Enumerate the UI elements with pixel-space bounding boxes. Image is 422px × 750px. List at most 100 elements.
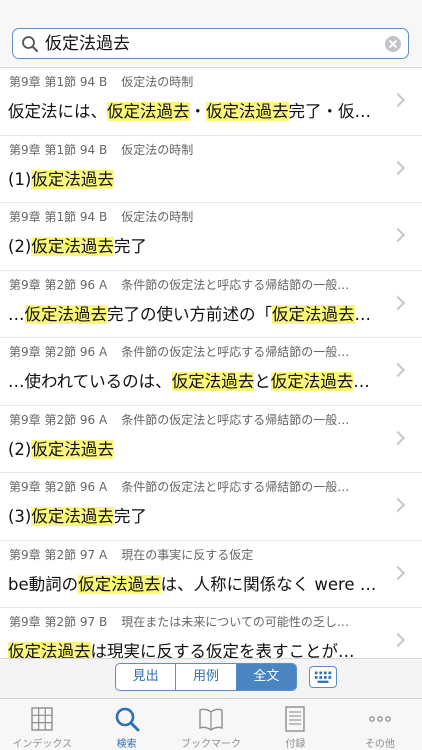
result-text-fragment: (2) bbox=[8, 237, 32, 256]
result-text: (2)仮定法過去 bbox=[8, 437, 382, 463]
search-scope-segmented-control[interactable]: 見出 用例 全文 bbox=[115, 663, 297, 691]
result-text-fragment: … bbox=[353, 372, 370, 391]
highlighted-match: 仮定法過去 bbox=[206, 102, 289, 121]
search-icon bbox=[22, 36, 38, 52]
result-text: …仮定法過去完了の使い方前述の「仮定法過去… bbox=[8, 302, 382, 328]
result-topic: 現在の事実に反する仮定 bbox=[121, 547, 254, 562]
result-row[interactable]: 第9章 第2節 96 A 条件節の仮定法と呼応する帰結節の一般… …仮定法過去完了の… bbox=[0, 271, 422, 338]
result-section: 第9章 第2節 97 A bbox=[9, 547, 108, 562]
tab-document[interactable]: 付録 bbox=[253, 699, 337, 750]
result-text-fragment: 完了 bbox=[113, 507, 147, 526]
result-meta: 第9章 第1節 94 B 仮定法の時制 bbox=[9, 142, 374, 158]
result-text-fragment: と bbox=[254, 372, 271, 391]
more-icon bbox=[368, 716, 391, 722]
clear-icon[interactable] bbox=[385, 36, 401, 52]
result-section: 第9章 第1節 94 B bbox=[9, 142, 108, 157]
result-text-fragment: 仮定法には、 bbox=[8, 102, 107, 121]
highlighted-match: 仮定法過去 bbox=[8, 642, 91, 658]
search-icon bbox=[115, 707, 140, 732]
result-text-fragment: は現実に反する仮定を表すことが… bbox=[90, 642, 355, 658]
tab-book[interactable]: ブックマーク bbox=[169, 699, 253, 750]
result-section: 第9章 第2節 96 A bbox=[9, 277, 108, 292]
result-text-fragment: 完了・仮定… bbox=[288, 102, 383, 121]
tab-search[interactable]: 検索 bbox=[84, 699, 168, 750]
segment-3[interactable]: 全文 bbox=[236, 664, 296, 690]
chevron-right-icon bbox=[390, 362, 406, 378]
result-text: …使われているのは、仮定法過去と仮定法過去… bbox=[8, 369, 382, 395]
result-topic: 仮定法の時制 bbox=[121, 210, 194, 224]
tab-bar: インデックス 検索 ブックマーク 付録 その他 bbox=[0, 698, 422, 750]
chevron-right-icon bbox=[390, 430, 406, 445]
highlighted-match: 仮定法過去 bbox=[31, 507, 114, 526]
highlighted-match: 仮定法過去 bbox=[107, 102, 190, 121]
segment-2[interactable]: 用例 bbox=[176, 664, 237, 690]
result-text-fragment: (2) bbox=[8, 439, 32, 459]
result-row[interactable]: 第9章 第2節 96 A 条件節の仮定法と呼応する帰結節の一般… (2)仮定法過去 bbox=[0, 406, 422, 473]
tab-label: ブックマーク bbox=[181, 739, 242, 750]
result-text: be動詞の仮定法過去は、人称に関係なく were … bbox=[8, 572, 382, 598]
results-list: 第9章 第1節 94 B 仮定法の時制 仮定法には、仮定法過去・仮定法過去完了・仮定… bbox=[0, 68, 422, 658]
chevron-right-icon bbox=[390, 565, 406, 580]
highlighted-match: 仮定法過去 bbox=[171, 372, 255, 391]
result-text: (3)仮定法過去完了 bbox=[8, 504, 382, 530]
result-text: (2)仮定法過去完了 bbox=[8, 234, 382, 260]
document-icon bbox=[285, 706, 306, 732]
result-row[interactable]: 第9章 第1節 94 B 仮定法の時制 (1)仮定法過去 bbox=[0, 136, 422, 203]
result-meta: 第9章 第2節 97 A 現在の事実に反する仮定 bbox=[9, 547, 374, 563]
segment-1[interactable]: 見出 bbox=[116, 664, 177, 690]
result-text: (1)仮定法過去 bbox=[8, 167, 382, 193]
highlighted-match: 仮定法過去 bbox=[31, 439, 114, 459]
result-text-fragment: 完了の使い方前述の「 bbox=[107, 304, 272, 324]
result-text-fragment: は、人称に関係なく were … bbox=[160, 574, 377, 594]
result-text-fragment: …使われているのは、 bbox=[8, 372, 172, 391]
filter-bar: 見出 用例 全文 bbox=[0, 658, 422, 698]
result-topic: 現在または未来についての可能性の乏し… bbox=[121, 615, 349, 629]
result-topic: 条件節の仮定法と呼応する帰結節の一般… bbox=[121, 412, 350, 427]
result-text-fragment: ・ bbox=[189, 102, 207, 121]
result-text-fragment: be動詞の bbox=[8, 574, 79, 594]
result-meta: 第9章 第1節 94 B 仮定法の時制 bbox=[9, 209, 374, 225]
highlighted-match: 仮定法過去 bbox=[31, 237, 114, 256]
result-section: 第9章 第2節 96 A bbox=[9, 480, 108, 494]
result-topic: 仮定法の時制 bbox=[121, 75, 194, 89]
result-text: 仮定法には、仮定法過去・仮定法過去完了・仮定… bbox=[8, 99, 382, 125]
result-row[interactable]: 第9章 第1節 94 B 仮定法の時制 (2)仮定法過去完了 bbox=[0, 203, 422, 271]
book-icon bbox=[199, 708, 223, 731]
result-text-fragment: (3) bbox=[8, 507, 32, 526]
highlighted-match: 仮定法過去 bbox=[270, 372, 354, 391]
search-query[interactable]: 仮定法過去 bbox=[45, 32, 130, 56]
tab-label: インデックス bbox=[12, 739, 73, 750]
result-topic: 条件節の仮定法と呼応する帰結節の一般… bbox=[121, 480, 350, 494]
result-meta: 第9章 第2節 96 A 条件節の仮定法と呼応する帰結節の一般… bbox=[9, 412, 374, 428]
result-text-fragment: … bbox=[354, 304, 372, 324]
tab-label: その他 bbox=[364, 739, 395, 750]
keyboard-icon[interactable] bbox=[309, 666, 337, 688]
chevron-right-icon bbox=[390, 632, 406, 648]
result-row[interactable]: 第9章 第2節 96 A 条件節の仮定法と呼応する帰結節の一般… (3)仮定法過去完… bbox=[0, 473, 422, 541]
chevron-right-icon bbox=[390, 295, 406, 310]
highlighted-match: 仮定法過去 bbox=[78, 574, 161, 594]
grid-icon bbox=[31, 707, 53, 731]
result-section: 第9章 第1節 94 B bbox=[9, 75, 108, 89]
result-text: 仮定法過去は現実に反する仮定を表すことが… bbox=[8, 639, 382, 658]
chevron-right-icon bbox=[390, 160, 406, 175]
tab-grid[interactable]: インデックス bbox=[0, 699, 84, 750]
tab-label: 付録 bbox=[285, 739, 306, 750]
result-section: 第9章 第2節 97 B bbox=[9, 615, 108, 629]
result-row[interactable]: 第9章 第2節 96 A 条件節の仮定法と呼応する帰結節の一般… …使われているのは… bbox=[0, 338, 422, 406]
result-topic: 条件節の仮定法と呼応する帰結節の一般… bbox=[121, 345, 350, 359]
highlighted-match: 仮定法過去 bbox=[31, 169, 114, 189]
chevron-right-icon bbox=[390, 92, 406, 108]
result-meta: 第9章 第2節 97 B 現在または未来についての可能性の乏し… bbox=[9, 614, 374, 630]
result-row[interactable]: 第9章 第1節 94 B 仮定法の時制 仮定法には、仮定法過去・仮定法過去完了・仮定… bbox=[0, 68, 422, 136]
result-meta: 第9章 第2節 96 A 条件節の仮定法と呼応する帰結節の一般… bbox=[9, 344, 374, 360]
search-input[interactable]: 仮定法過去 bbox=[12, 28, 409, 59]
result-row[interactable]: 第9章 第2節 97 A 現在の事実に反する仮定 be動詞の仮定法過去は、人称に関係… bbox=[0, 541, 422, 608]
highlighted-match: 仮定法過去 bbox=[24, 304, 107, 324]
result-meta: 第9章 第1節 94 B 仮定法の時制 bbox=[9, 74, 374, 90]
tab-more[interactable]: その他 bbox=[338, 699, 422, 750]
result-text-fragment: (1) bbox=[8, 169, 32, 189]
result-meta: 第9章 第2節 96 A 条件節の仮定法と呼応する帰結節の一般… bbox=[9, 277, 374, 293]
result-row[interactable]: 第9章 第2節 97 B 現在または未来についての可能性の乏し… 仮定法過去は現実に… bbox=[0, 608, 422, 658]
result-text-fragment: … bbox=[8, 304, 25, 324]
